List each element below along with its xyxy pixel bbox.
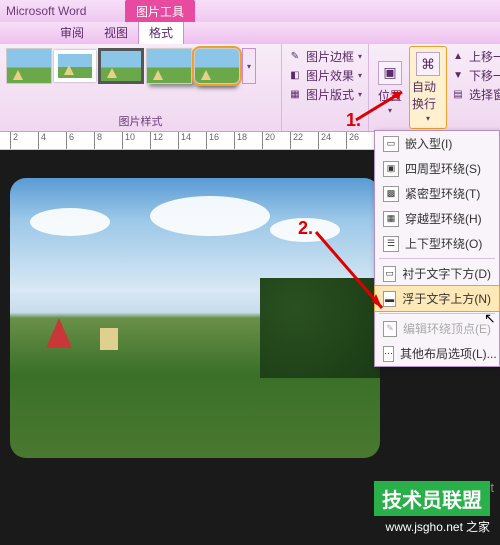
inserted-picture[interactable]: [10, 178, 380, 458]
style-gallery-more[interactable]: ▾: [242, 48, 256, 84]
back-icon: ▼: [451, 69, 465, 83]
style-thumb-4[interactable]: [146, 48, 192, 84]
tab-review[interactable]: 审阅: [50, 21, 94, 44]
menu-tight[interactable]: ▩紧密型环绕(T): [375, 181, 499, 206]
style-thumb-1[interactable]: [6, 48, 52, 84]
position-icon: ▣: [378, 61, 402, 85]
ruler-tick: 18: [234, 132, 247, 150]
tab-strip: 图片工具 审阅 视图 格式: [0, 22, 500, 44]
wrap-icon: ⌘: [416, 52, 440, 76]
through-icon: ▦: [383, 211, 399, 227]
tight-icon: ▩: [383, 186, 399, 202]
cursor-icon: ↖: [484, 310, 496, 327]
pane-icon: ▤: [451, 88, 465, 102]
group-picture-styles: ▾ 图片样式: [0, 44, 282, 131]
btn-send-backward[interactable]: ▼下移一层▾: [449, 67, 500, 84]
ruler-tick: 24: [318, 132, 331, 150]
ruler-tick: 2: [10, 132, 18, 150]
ribbon: ▾ 图片样式 ✎图片边框▾ ◧图片效果▾ ▦图片版式▾ ▣ 位置▾ ⌘ 自动换行…: [0, 44, 500, 132]
ruler-tick: 16: [206, 132, 219, 150]
menu-edit-points: ✎编辑环绕顶点(E): [375, 316, 499, 341]
style-thumb-2[interactable]: [54, 50, 96, 82]
btn-selection-pane[interactable]: ▤选择窗格: [449, 86, 500, 103]
group-label-styles: 图片样式: [6, 113, 275, 129]
style-gallery: ▾: [6, 48, 275, 84]
menu-topbottom[interactable]: ☰上下型环绕(O): [375, 231, 499, 256]
contextual-tab-header: 图片工具: [125, 0, 195, 22]
menu-square[interactable]: ▣四周型环绕(S): [375, 156, 499, 181]
effects-icon: ◧: [288, 69, 302, 83]
ruler-tick: 8: [94, 132, 102, 150]
menu-separator: [379, 258, 495, 259]
brand-badge: 技术员联盟: [374, 481, 490, 516]
ruler-tick: 12: [150, 132, 163, 150]
menu-more-options[interactable]: ⋯其他布局选项(L)...: [375, 341, 499, 366]
menu-separator-2: [379, 313, 495, 314]
ruler-tick: 14: [178, 132, 191, 150]
annotation-2: 2.: [298, 218, 313, 239]
btn-bring-forward[interactable]: ▲上移一层▾: [449, 48, 500, 65]
annotation-1: 1.: [346, 110, 361, 131]
title-bar: Microsoft Word: [0, 0, 500, 22]
ruler-tick: 20: [262, 132, 275, 150]
arrow-2: [312, 228, 392, 318]
ruler-tick: 4: [38, 132, 46, 150]
style-thumb-5[interactable]: [194, 48, 240, 84]
ruler-tick: 22: [290, 132, 303, 150]
tab-view[interactable]: 视图: [94, 21, 138, 44]
watermark-brand: 技术员联盟 www.jsgho.net 之家: [374, 481, 490, 535]
btn-wrap-text[interactable]: ⌘ 自动换行▾: [409, 46, 447, 129]
front-icon: ▲: [451, 50, 465, 64]
layout-icon: ▦: [288, 88, 302, 102]
style-thumb-3[interactable]: [98, 48, 144, 84]
square-icon: ▣: [383, 161, 399, 177]
menu-inline[interactable]: ▭嵌入型(I): [375, 131, 499, 156]
menu-through[interactable]: ▦穿越型环绕(H): [375, 206, 499, 231]
edit-icon: ✎: [383, 321, 397, 337]
tab-format[interactable]: 格式: [138, 20, 184, 44]
app-title: Microsoft Word: [6, 4, 86, 18]
btn-picture-effects[interactable]: ◧图片效果▾: [286, 67, 364, 84]
ruler-tick: 10: [122, 132, 135, 150]
btn-picture-border[interactable]: ✎图片边框▾: [286, 48, 364, 65]
menu-behind[interactable]: ▭衬于文字下方(D): [375, 261, 499, 286]
more-icon: ⋯: [383, 346, 394, 362]
menu-infront[interactable]: ▬浮于文字上方(N): [374, 285, 500, 312]
ruler-tick: 26: [346, 132, 359, 150]
pencil-icon: ✎: [288, 50, 302, 64]
inline-icon: ▭: [383, 136, 399, 152]
wrap-text-menu: ▭嵌入型(I) ▣四周型环绕(S) ▩紧密型环绕(T) ▦穿越型环绕(H) ☰上…: [374, 130, 500, 367]
ruler-tick: 6: [66, 132, 74, 150]
